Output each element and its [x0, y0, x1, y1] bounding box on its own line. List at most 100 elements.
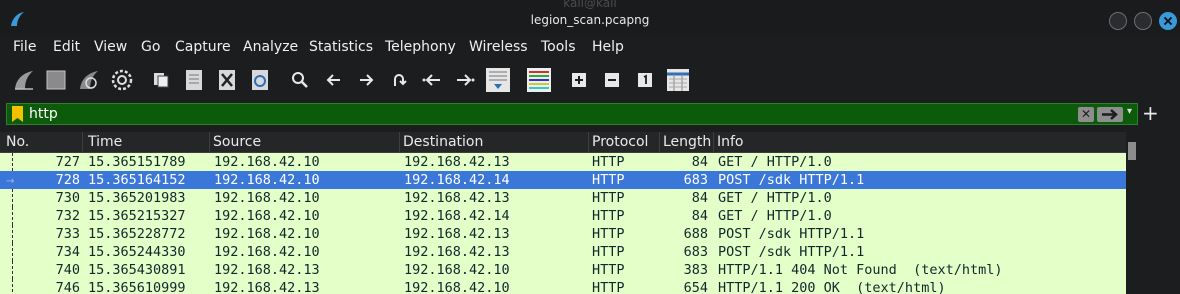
cell-time: 15.365610999 — [88, 280, 186, 294]
cell-source: 192.168.42.10 — [214, 154, 320, 170]
column-divider[interactable] — [659, 132, 660, 153]
zoom-in-icon[interactable] — [565, 66, 593, 94]
go-back-icon[interactable] — [320, 66, 348, 94]
packet-list-scrollbar[interactable] — [1126, 142, 1138, 294]
column-divider[interactable] — [82, 132, 83, 153]
cell-destination: 192.168.42.13 — [404, 244, 510, 260]
cell-protocol: HTTP — [592, 154, 625, 170]
table-row[interactable]: 740 15.365430891 192.168.42.13 192.168.4… — [0, 261, 1126, 279]
restart-capture-icon[interactable] — [75, 66, 103, 94]
cell-destination: 192.168.42.10 — [404, 280, 510, 294]
menu-help[interactable]: Help — [592, 39, 624, 55]
cell-info: HTTP/1.1 404 Not Found (text/html) — [718, 262, 1003, 278]
cell-info: GET / HTTP/1.0 — [718, 208, 832, 224]
column-divider[interactable] — [209, 132, 210, 153]
apply-filter-button[interactable] — [1097, 107, 1123, 122]
stop-square-icon[interactable] — [42, 66, 70, 94]
menu-wireless[interactable]: Wireless — [469, 39, 528, 55]
menu-capture[interactable]: Capture — [175, 39, 231, 55]
cell-no: 746 — [55, 280, 80, 294]
go-to-packet-icon[interactable] — [385, 66, 413, 94]
menu-statistics[interactable]: Statistics — [309, 39, 373, 55]
normal-size-icon[interactable] — [631, 66, 659, 94]
cell-time: 15.365244330 — [88, 244, 186, 260]
cell-length: 688 — [683, 226, 708, 242]
menu-view[interactable]: View — [94, 39, 127, 55]
column-header-source[interactable]: Source — [211, 134, 261, 150]
display-filter-input[interactable]: http — [29, 106, 58, 122]
cell-protocol: HTTP — [592, 172, 625, 188]
close-file-icon[interactable] — [213, 66, 241, 94]
column-header-no[interactable]: No. — [4, 134, 29, 150]
maximize-button[interactable] — [1134, 12, 1152, 30]
cell-source: 192.168.42.13 — [214, 262, 320, 278]
packet-list: No. Time Source Destination Protocol Len… — [0, 132, 1180, 294]
open-file-icon[interactable] — [147, 66, 175, 94]
column-header-destination[interactable]: Destination — [401, 134, 483, 150]
minimize-button[interactable] — [1109, 12, 1127, 30]
autoscroll-icon[interactable] — [484, 66, 512, 94]
last-packet-icon[interactable] — [451, 66, 479, 94]
column-header-length[interactable]: Length — [661, 134, 711, 150]
shark-fin-start-icon[interactable] — [10, 66, 38, 94]
cell-protocol: HTTP — [592, 262, 625, 278]
column-divider[interactable] — [588, 132, 589, 153]
clear-filter-icon[interactable]: ✕ — [1078, 107, 1094, 122]
cell-no: 733 — [55, 226, 80, 242]
go-forward-icon[interactable] — [352, 66, 380, 94]
column-header-time[interactable]: Time — [86, 134, 122, 150]
display-filter-bar: http ✕ ▾ — [6, 103, 1138, 125]
cell-time: 15.365215327 — [88, 208, 186, 224]
reload-file-icon[interactable] — [246, 66, 274, 94]
table-row[interactable]: 732 15.365215327 192.168.42.10 192.168.4… — [0, 207, 1126, 225]
table-row[interactable]: 746 15.365610999 192.168.42.13 192.168.4… — [0, 279, 1126, 294]
zoom-out-icon[interactable] — [598, 66, 626, 94]
cell-time: 15.365430891 — [88, 262, 186, 278]
menu-go[interactable]: Go — [141, 39, 160, 55]
column-divider[interactable] — [713, 132, 714, 153]
cell-no: 730 — [55, 190, 80, 206]
cell-source: 192.168.42.13 — [214, 280, 320, 294]
cell-no: 732 — [55, 208, 80, 224]
menu-edit[interactable]: Edit — [53, 39, 80, 55]
cell-destination: 192.168.42.14 — [404, 172, 510, 188]
cell-protocol: HTTP — [592, 280, 625, 294]
filter-history-dropdown-icon[interactable]: ▾ — [1127, 106, 1132, 117]
cell-length: 84 — [691, 190, 708, 206]
cell-time: 15.365164152 — [88, 172, 186, 188]
table-row-selected[interactable]: → 728 15.365164152 192.168.42.10 192.168… — [0, 171, 1126, 189]
table-row[interactable]: 730 15.365201983 192.168.42.10 192.168.4… — [0, 189, 1126, 207]
cell-source: 192.168.42.10 — [214, 172, 320, 188]
column-header-info[interactable]: Info — [715, 134, 744, 150]
cell-info: POST /sdk HTTP/1.1 — [718, 226, 865, 242]
cell-protocol: HTTP — [592, 208, 625, 224]
column-header-protocol[interactable]: Protocol — [590, 134, 648, 150]
bookmark-icon[interactable] — [12, 106, 23, 122]
menu-analyze[interactable]: Analyze — [243, 39, 298, 55]
column-divider[interactable] — [399, 132, 400, 153]
capture-options-gear-icon[interactable] — [108, 66, 136, 94]
menu-file[interactable]: File — [13, 39, 36, 55]
cell-destination: 192.168.42.13 — [404, 190, 510, 206]
cell-length: 383 — [683, 262, 708, 278]
find-packet-icon[interactable] — [286, 66, 314, 94]
table-row[interactable]: 727 15.365151789 192.168.42.10 192.168.4… — [0, 153, 1126, 171]
table-row[interactable]: 733 15.365228772 192.168.42.10 192.168.4… — [0, 225, 1126, 243]
menu-tools[interactable]: Tools — [541, 39, 576, 55]
cell-info: POST /sdk HTTP/1.1 — [718, 172, 865, 188]
cell-source: 192.168.42.10 — [214, 208, 320, 224]
close-window-button[interactable] — [1159, 12, 1177, 30]
add-filter-button-icon[interactable]: + — [1142, 101, 1159, 125]
scrollbar-thumb[interactable] — [1128, 142, 1136, 160]
resize-columns-icon[interactable] — [664, 66, 692, 94]
first-packet-icon[interactable] — [418, 66, 446, 94]
table-row[interactable]: 734 15.365244330 192.168.42.10 192.168.4… — [0, 243, 1126, 261]
colorize-icon[interactable] — [525, 66, 553, 94]
cell-time: 15.365228772 — [88, 226, 186, 242]
packet-list-header: No. Time Source Destination Protocol Len… — [0, 132, 1126, 153]
save-file-icon[interactable] — [180, 66, 208, 94]
cell-source: 192.168.42.10 — [214, 226, 320, 242]
ghost-title: kali@kali — [563, 0, 617, 10]
menu-bar: File Edit View Go Capture Analyze Statis… — [0, 36, 1180, 60]
menu-telephony[interactable]: Telephony — [385, 39, 456, 55]
